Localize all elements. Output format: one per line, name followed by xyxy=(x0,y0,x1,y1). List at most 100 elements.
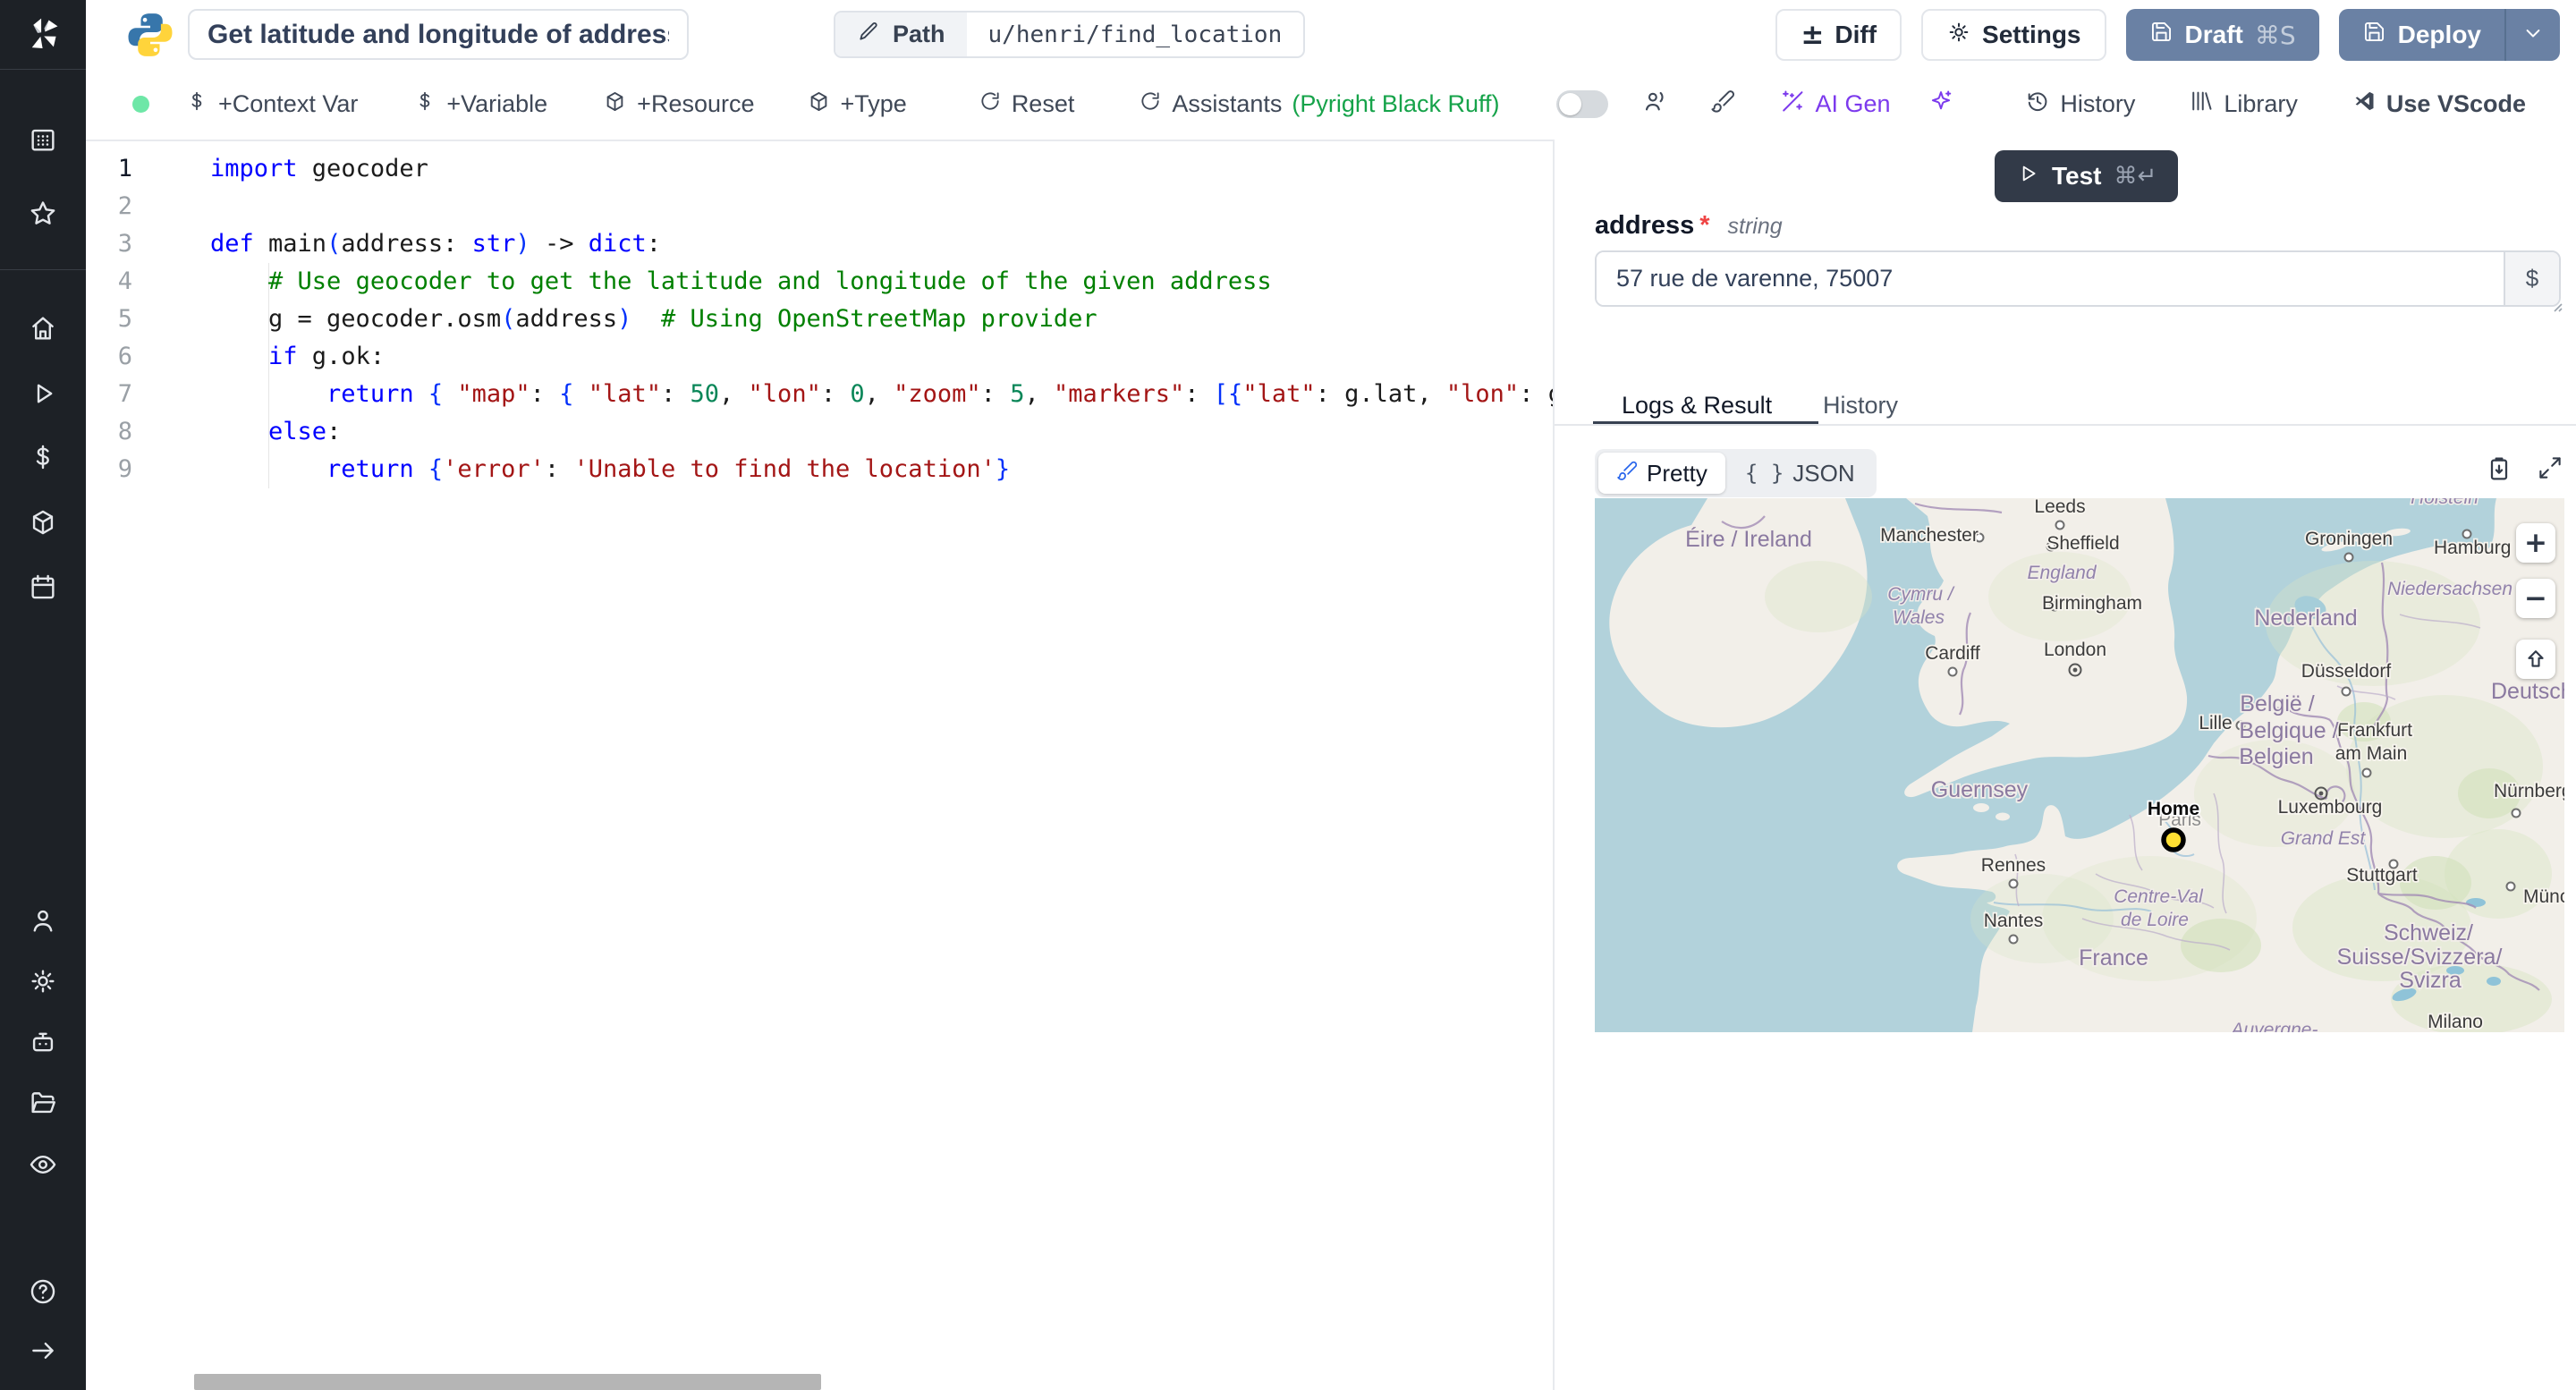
address-input[interactable] xyxy=(1597,252,2504,305)
tab-history[interactable]: History xyxy=(1823,392,1898,420)
deploy-button[interactable]: Deploy xyxy=(2338,9,2504,61)
toggle-switch[interactable] xyxy=(1556,90,1609,118)
sidebar-item-boxes[interactable] xyxy=(0,507,86,538)
resize-handle[interactable] xyxy=(2549,299,2563,318)
save-icon xyxy=(2362,20,2386,50)
map-label: Schweiz/ xyxy=(2384,920,2473,945)
capital-dot xyxy=(2318,791,2324,796)
pretty-view-button[interactable]: Pretty xyxy=(1598,453,1725,494)
assistants-button[interactable]: Assistants (Pyright Black Ruff) xyxy=(1139,89,1499,119)
app-sidebar xyxy=(0,0,86,1390)
sparkles-icon xyxy=(1931,90,1951,110)
required-asterisk: * xyxy=(1699,211,1710,240)
sidebar-item-user[interactable] xyxy=(0,905,86,936)
vscode-icon xyxy=(2351,89,2377,120)
code-line: return { "map": { "lat": 50, "lon": 0, "… xyxy=(326,380,1553,408)
add-type-button[interactable]: +Type xyxy=(807,89,907,120)
script-title-input[interactable] xyxy=(188,9,689,60)
map-zoom-out-button[interactable]: − xyxy=(2516,579,2555,618)
dollar-icon xyxy=(36,445,49,470)
maximize-icon xyxy=(2539,457,2561,479)
reset-button[interactable]: Reset xyxy=(979,89,1074,119)
map-zoom-in-button[interactable]: + xyxy=(2516,523,2555,563)
path-label: Path xyxy=(893,21,945,47)
city-dot xyxy=(2511,808,2521,818)
expand-result-button[interactable] xyxy=(2537,454,2563,487)
refresh-icon xyxy=(979,89,1002,119)
add-resource-button[interactable]: +Resource xyxy=(603,89,755,120)
ai-gen-button[interactable]: AI Gen xyxy=(1780,89,1891,120)
play-outline-icon xyxy=(2022,165,2036,181)
history-button[interactable]: History xyxy=(2025,89,2135,120)
windmill-logo-icon xyxy=(31,18,58,48)
sidebar-item-building[interactable] xyxy=(0,124,86,155)
use-vscode-button[interactable]: Use VScode xyxy=(2351,89,2526,120)
python-language-icon xyxy=(125,10,175,64)
tab-logs-result[interactable]: Logs & Result xyxy=(1622,392,1772,420)
map-label: Stuttgart xyxy=(2346,865,2418,886)
ai-sparkles-button[interactable] xyxy=(1928,89,1953,120)
sidebar-item-calendar[interactable] xyxy=(0,572,86,602)
result-map[interactable]: Leeds Manchester Sheffield Groningen Hamburg… xyxy=(1595,498,2564,1032)
city-dot xyxy=(2343,552,2354,563)
home-marker[interactable] xyxy=(2161,827,2186,852)
add-variable-button[interactable]: +Variable xyxy=(413,89,547,119)
toggle-knob xyxy=(1559,93,1582,115)
windmill-logo-icon[interactable] xyxy=(0,0,86,69)
sidebar-item-folder-open[interactable] xyxy=(0,1088,86,1118)
gear-icon xyxy=(1946,20,1971,51)
map-recenter-button[interactable] xyxy=(2516,640,2555,679)
sidebar-item-gear[interactable] xyxy=(0,966,86,996)
multiplayer-button[interactable] xyxy=(1642,88,1669,121)
horizontal-scrollbar-thumb[interactable] xyxy=(194,1374,821,1390)
code-line: if g.ok: xyxy=(268,343,386,370)
library-button[interactable]: Library xyxy=(2189,89,2298,120)
code-editor[interactable]: 1 import geocoder 2 3 def main(address: str)… xyxy=(86,141,1553,1390)
map-label: Belgique / xyxy=(2239,718,2338,743)
play-icon xyxy=(37,384,53,403)
map-label: Belgien xyxy=(2239,744,2313,769)
json-view-button[interactable]: { } JSON xyxy=(1727,453,1873,494)
test-button[interactable]: Test ⌘↵ xyxy=(1995,150,2179,202)
map-label: Lille xyxy=(2199,713,2232,733)
sidebar-item-eye[interactable] xyxy=(0,1149,86,1180)
sidebar-item-dollar[interactable] xyxy=(0,442,86,472)
sidebar-item-help-circle[interactable] xyxy=(0,1276,86,1307)
help-circle-icon xyxy=(30,1279,55,1304)
add-context-var-button[interactable]: +Context Var xyxy=(185,89,358,119)
path-value: u/henri/find_location xyxy=(987,21,1283,48)
diff-button[interactable]: ± Diff xyxy=(1775,9,1902,61)
boxes-icon xyxy=(810,91,826,111)
deploy-dropdown-button[interactable] xyxy=(2504,9,2560,61)
sidebar-item-bot[interactable] xyxy=(0,1027,86,1057)
eye-icon xyxy=(30,1156,56,1174)
refresh-icon xyxy=(1141,92,1159,110)
copy-result-button[interactable] xyxy=(2485,454,2513,487)
draft-button[interactable]: Draft ⌘S xyxy=(2125,9,2319,61)
map-label: Nederland xyxy=(2254,606,2357,631)
insert-variable-button[interactable]: $ xyxy=(2504,252,2559,305)
settings-button[interactable]: Settings xyxy=(1921,9,2106,61)
calendar-icon xyxy=(31,574,55,599)
format-button[interactable] xyxy=(1710,89,1735,120)
home-icon xyxy=(32,317,54,340)
map-label: Wales xyxy=(1893,607,1945,628)
boxes-icon xyxy=(606,91,623,111)
map-label: Cardiff xyxy=(1925,643,1980,664)
braces-icon: { } xyxy=(1744,461,1784,486)
header-bar: Path u/henri/find_location ± Diff Settin… xyxy=(86,0,2576,69)
map-label: Nürnberg xyxy=(2494,781,2564,801)
sidebar-item-star[interactable] xyxy=(0,199,86,229)
dollar-icon xyxy=(419,91,430,111)
sidebar-item-home[interactable] xyxy=(0,313,86,343)
dollar-icon xyxy=(185,89,208,119)
script-path-chip[interactable]: Path u/henri/find_location xyxy=(834,11,1306,58)
gear-icon xyxy=(31,970,55,993)
sidebar-item-arrow-right[interactable] xyxy=(0,1335,86,1366)
library-icon xyxy=(2192,91,2212,111)
map-label: Guernsey xyxy=(1931,777,2029,802)
line-number: 7 xyxy=(117,380,132,408)
sparkles-icon xyxy=(1928,89,1953,120)
sidebar-item-play[interactable] xyxy=(0,378,86,409)
status-dot xyxy=(132,96,149,113)
